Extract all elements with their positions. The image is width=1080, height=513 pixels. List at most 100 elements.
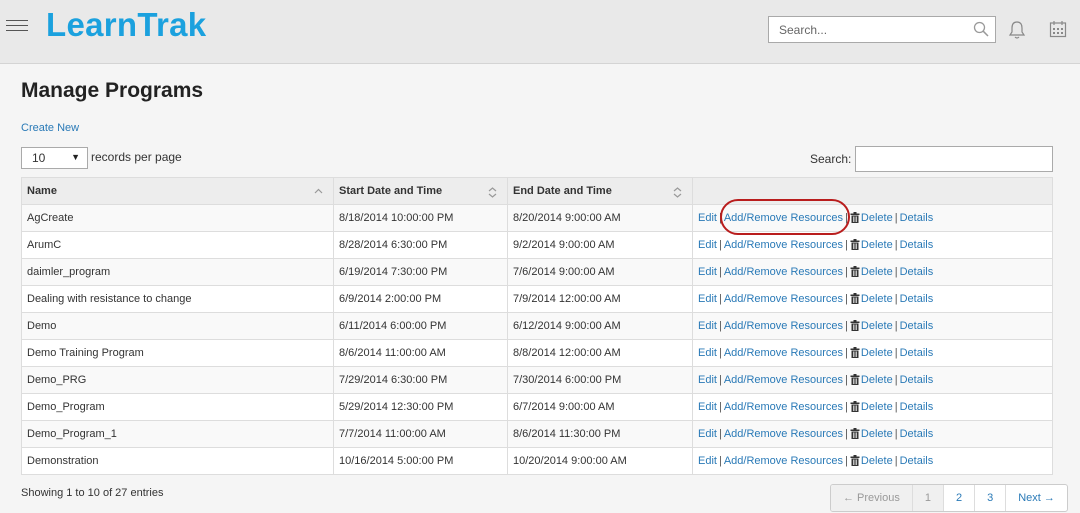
search-icon[interactable] bbox=[973, 21, 989, 37]
column-header-actions bbox=[692, 177, 1053, 205]
program-start: 7/29/2014 6:30:00 PM bbox=[333, 366, 508, 394]
trash-icon[interactable] bbox=[850, 374, 860, 385]
trash-icon[interactable] bbox=[850, 212, 860, 223]
delete-link[interactable]: Delete bbox=[861, 455, 893, 467]
sort-ascending-icon bbox=[314, 188, 323, 194]
column-header-start[interactable]: Start Date and Time bbox=[333, 177, 508, 205]
details-link[interactable]: Details bbox=[900, 320, 934, 332]
details-link[interactable]: Details bbox=[900, 212, 934, 224]
top-bar: LearnTrak bbox=[0, 0, 1080, 64]
add-remove-resources-link[interactable]: Add/Remove Resources bbox=[724, 401, 843, 413]
delete-link[interactable]: Delete bbox=[861, 374, 893, 386]
separator: | bbox=[718, 374, 722, 386]
records-per-page-select[interactable]: 10 ▼ bbox=[21, 147, 88, 169]
edit-link[interactable]: Edit bbox=[698, 293, 717, 305]
records-per-page-label: records per page bbox=[91, 150, 182, 164]
row-actions: Edit | Add/Remove Resources | Delete | Details bbox=[692, 393, 1053, 421]
program-name: Demo_Program bbox=[21, 393, 334, 421]
separator: | bbox=[845, 212, 848, 224]
edit-link[interactable]: Edit bbox=[698, 428, 717, 440]
program-start: 8/28/2014 6:30:00 PM bbox=[333, 231, 508, 259]
separator: | bbox=[718, 428, 722, 440]
trash-icon[interactable] bbox=[850, 293, 860, 304]
global-search-input[interactable] bbox=[769, 17, 965, 42]
separator: | bbox=[718, 239, 722, 251]
delete-link[interactable]: Delete bbox=[861, 320, 893, 332]
column-header-end[interactable]: End Date and Time bbox=[507, 177, 693, 205]
trash-icon[interactable] bbox=[850, 455, 860, 466]
row-actions: Edit | Add/Remove Resources | Delete | Details bbox=[692, 231, 1053, 259]
separator: | bbox=[894, 374, 898, 386]
delete-link[interactable]: Delete bbox=[861, 401, 893, 413]
details-link[interactable]: Details bbox=[900, 293, 934, 305]
program-end: 8/20/2014 9:00:00 AM bbox=[507, 204, 693, 232]
sort-icon bbox=[673, 187, 682, 198]
edit-link[interactable]: Edit bbox=[698, 320, 717, 332]
table-row: Demo_Program_1 7/7/2014 11:00:00 AM 8/6/20… bbox=[21, 420, 1053, 448]
edit-link[interactable]: Edit bbox=[698, 455, 717, 467]
add-remove-resources-link[interactable]: Add/Remove Resources bbox=[724, 374, 843, 386]
page-button-2[interactable]: 2 bbox=[942, 485, 974, 511]
trash-icon[interactable] bbox=[850, 401, 860, 412]
add-remove-resources-link[interactable]: Add/Remove Resources bbox=[724, 455, 843, 467]
calendar-icon[interactable] bbox=[1049, 20, 1067, 38]
edit-link[interactable]: Edit bbox=[698, 239, 717, 251]
separator: | bbox=[894, 239, 898, 251]
add-remove-resources-link[interactable]: Add/Remove Resources bbox=[724, 347, 843, 359]
edit-link[interactable]: Edit bbox=[698, 212, 717, 224]
add-remove-resources-link[interactable]: Add/Remove Resources bbox=[724, 428, 843, 440]
menu-icon[interactable] bbox=[6, 20, 28, 36]
separator: | bbox=[718, 266, 722, 278]
trash-icon[interactable] bbox=[850, 428, 860, 439]
separator: | bbox=[894, 320, 898, 332]
edit-link[interactable]: Edit bbox=[698, 266, 717, 278]
column-header-name[interactable]: Name bbox=[21, 177, 334, 205]
details-link[interactable]: Details bbox=[900, 239, 934, 251]
trash-icon[interactable] bbox=[850, 347, 860, 358]
program-end: 6/7/2014 9:00:00 AM bbox=[507, 393, 693, 421]
program-name: Dealing with resistance to change bbox=[21, 285, 334, 313]
details-link[interactable]: Details bbox=[900, 347, 934, 359]
table-search-input[interactable] bbox=[855, 146, 1053, 172]
edit-link[interactable]: Edit bbox=[698, 347, 717, 359]
program-end: 8/6/2014 11:30:00 PM bbox=[507, 420, 693, 448]
separator: | bbox=[894, 293, 898, 305]
separator: | bbox=[718, 293, 722, 305]
delete-link[interactable]: Delete bbox=[861, 212, 893, 224]
delete-link[interactable]: Delete bbox=[861, 428, 893, 440]
details-link[interactable]: Details bbox=[900, 401, 934, 413]
separator: | bbox=[845, 320, 848, 332]
trash-icon[interactable] bbox=[850, 239, 860, 250]
page-button-3[interactable]: 3 bbox=[974, 485, 1005, 511]
create-new-link[interactable]: Create New bbox=[21, 122, 79, 134]
bell-icon[interactable] bbox=[1008, 20, 1026, 40]
add-remove-resources-link[interactable]: Add/Remove Resources bbox=[724, 212, 843, 224]
trash-icon[interactable] bbox=[850, 320, 860, 331]
table-row: Demo 6/11/2014 6:00:00 PM 6/12/2014 9:00:0… bbox=[21, 312, 1053, 340]
edit-link[interactable]: Edit bbox=[698, 401, 717, 413]
delete-link[interactable]: Delete bbox=[861, 239, 893, 251]
table-search-label: Search: bbox=[810, 152, 852, 166]
delete-link[interactable]: Delete bbox=[861, 293, 893, 305]
delete-link[interactable]: Delete bbox=[861, 266, 893, 278]
details-link[interactable]: Details bbox=[900, 455, 934, 467]
add-remove-resources-link[interactable]: Add/Remove Resources bbox=[724, 266, 843, 278]
details-link[interactable]: Details bbox=[900, 266, 934, 278]
program-end: 9/2/2014 9:00:00 AM bbox=[507, 231, 693, 259]
next-page-button[interactable]: Next → bbox=[1005, 485, 1067, 511]
program-end: 7/9/2014 12:00:00 AM bbox=[507, 285, 693, 313]
previous-page-button[interactable]: ← Previous bbox=[831, 485, 912, 511]
add-remove-resources-link[interactable]: Add/Remove Resources bbox=[724, 320, 843, 332]
row-actions: Edit | Add/Remove Resources | Delete | Details bbox=[692, 204, 1053, 232]
trash-icon[interactable] bbox=[850, 266, 860, 277]
add-remove-resources-link[interactable]: Add/Remove Resources bbox=[724, 293, 843, 305]
add-remove-resources-link[interactable]: Add/Remove Resources bbox=[724, 239, 843, 251]
app-logo[interactable]: LearnTrak bbox=[46, 6, 206, 44]
program-start: 7/7/2014 11:00:00 AM bbox=[333, 420, 508, 448]
details-link[interactable]: Details bbox=[900, 374, 934, 386]
edit-link[interactable]: Edit bbox=[698, 374, 717, 386]
table-info: Showing 1 to 10 of 27 entries bbox=[21, 487, 164, 499]
page-button-1[interactable]: 1 bbox=[911, 485, 943, 511]
delete-link[interactable]: Delete bbox=[861, 347, 893, 359]
details-link[interactable]: Details bbox=[900, 428, 934, 440]
